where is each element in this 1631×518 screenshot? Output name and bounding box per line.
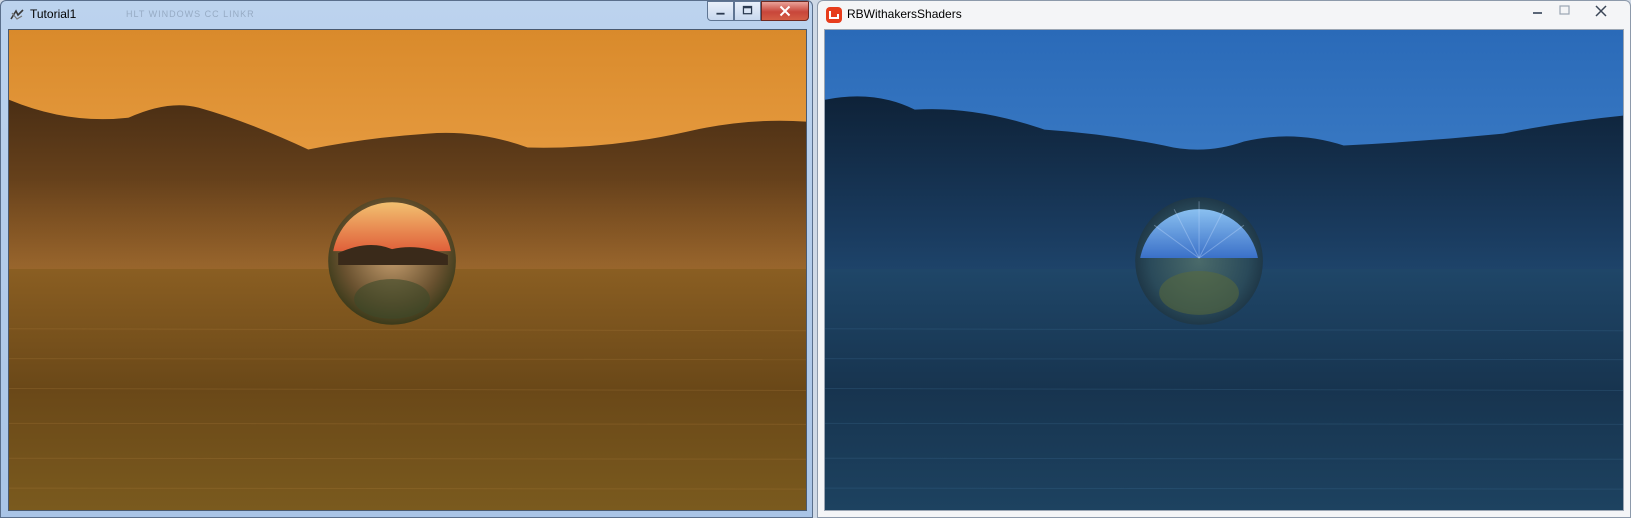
- close-button[interactable]: [1584, 1, 1618, 21]
- game-viewport[interactable]: [824, 29, 1624, 511]
- window-title: RBWithakersShaders: [847, 7, 962, 21]
- background-window-text: HLT WINDOWS CC LINKR: [126, 9, 255, 19]
- title-bar[interactable]: Tutorial1 HLT WINDOWS CC LINKR: [1, 1, 812, 29]
- maximize-button[interactable]: [734, 1, 761, 21]
- minimize-button[interactable]: [707, 1, 734, 21]
- xna-app-icon: [9, 7, 25, 23]
- close-icon: [779, 5, 791, 17]
- game-viewport[interactable]: [8, 29, 807, 511]
- minimize-icon: [1533, 12, 1542, 14]
- maximize-button[interactable]: [1551, 1, 1578, 21]
- window-title: Tutorial1: [30, 7, 77, 21]
- rbwithakersshaders-window[interactable]: RBWithakersShaders: [817, 0, 1631, 518]
- close-button[interactable]: [761, 1, 809, 21]
- tutorial1-window[interactable]: Tutorial1 HLT WINDOWS CC LINKR: [0, 0, 813, 518]
- title-bar[interactable]: RBWithakersShaders: [818, 1, 1630, 29]
- maximize-icon: [742, 5, 753, 15]
- night-lake-scene: [825, 30, 1623, 510]
- maximize-icon: [1559, 5, 1570, 15]
- sunset-lake-scene: [9, 30, 806, 510]
- monogame-icon: [826, 7, 842, 23]
- minimize-button[interactable]: [1524, 1, 1551, 21]
- close-icon: [1595, 5, 1607, 17]
- minimize-icon: [716, 12, 725, 15]
